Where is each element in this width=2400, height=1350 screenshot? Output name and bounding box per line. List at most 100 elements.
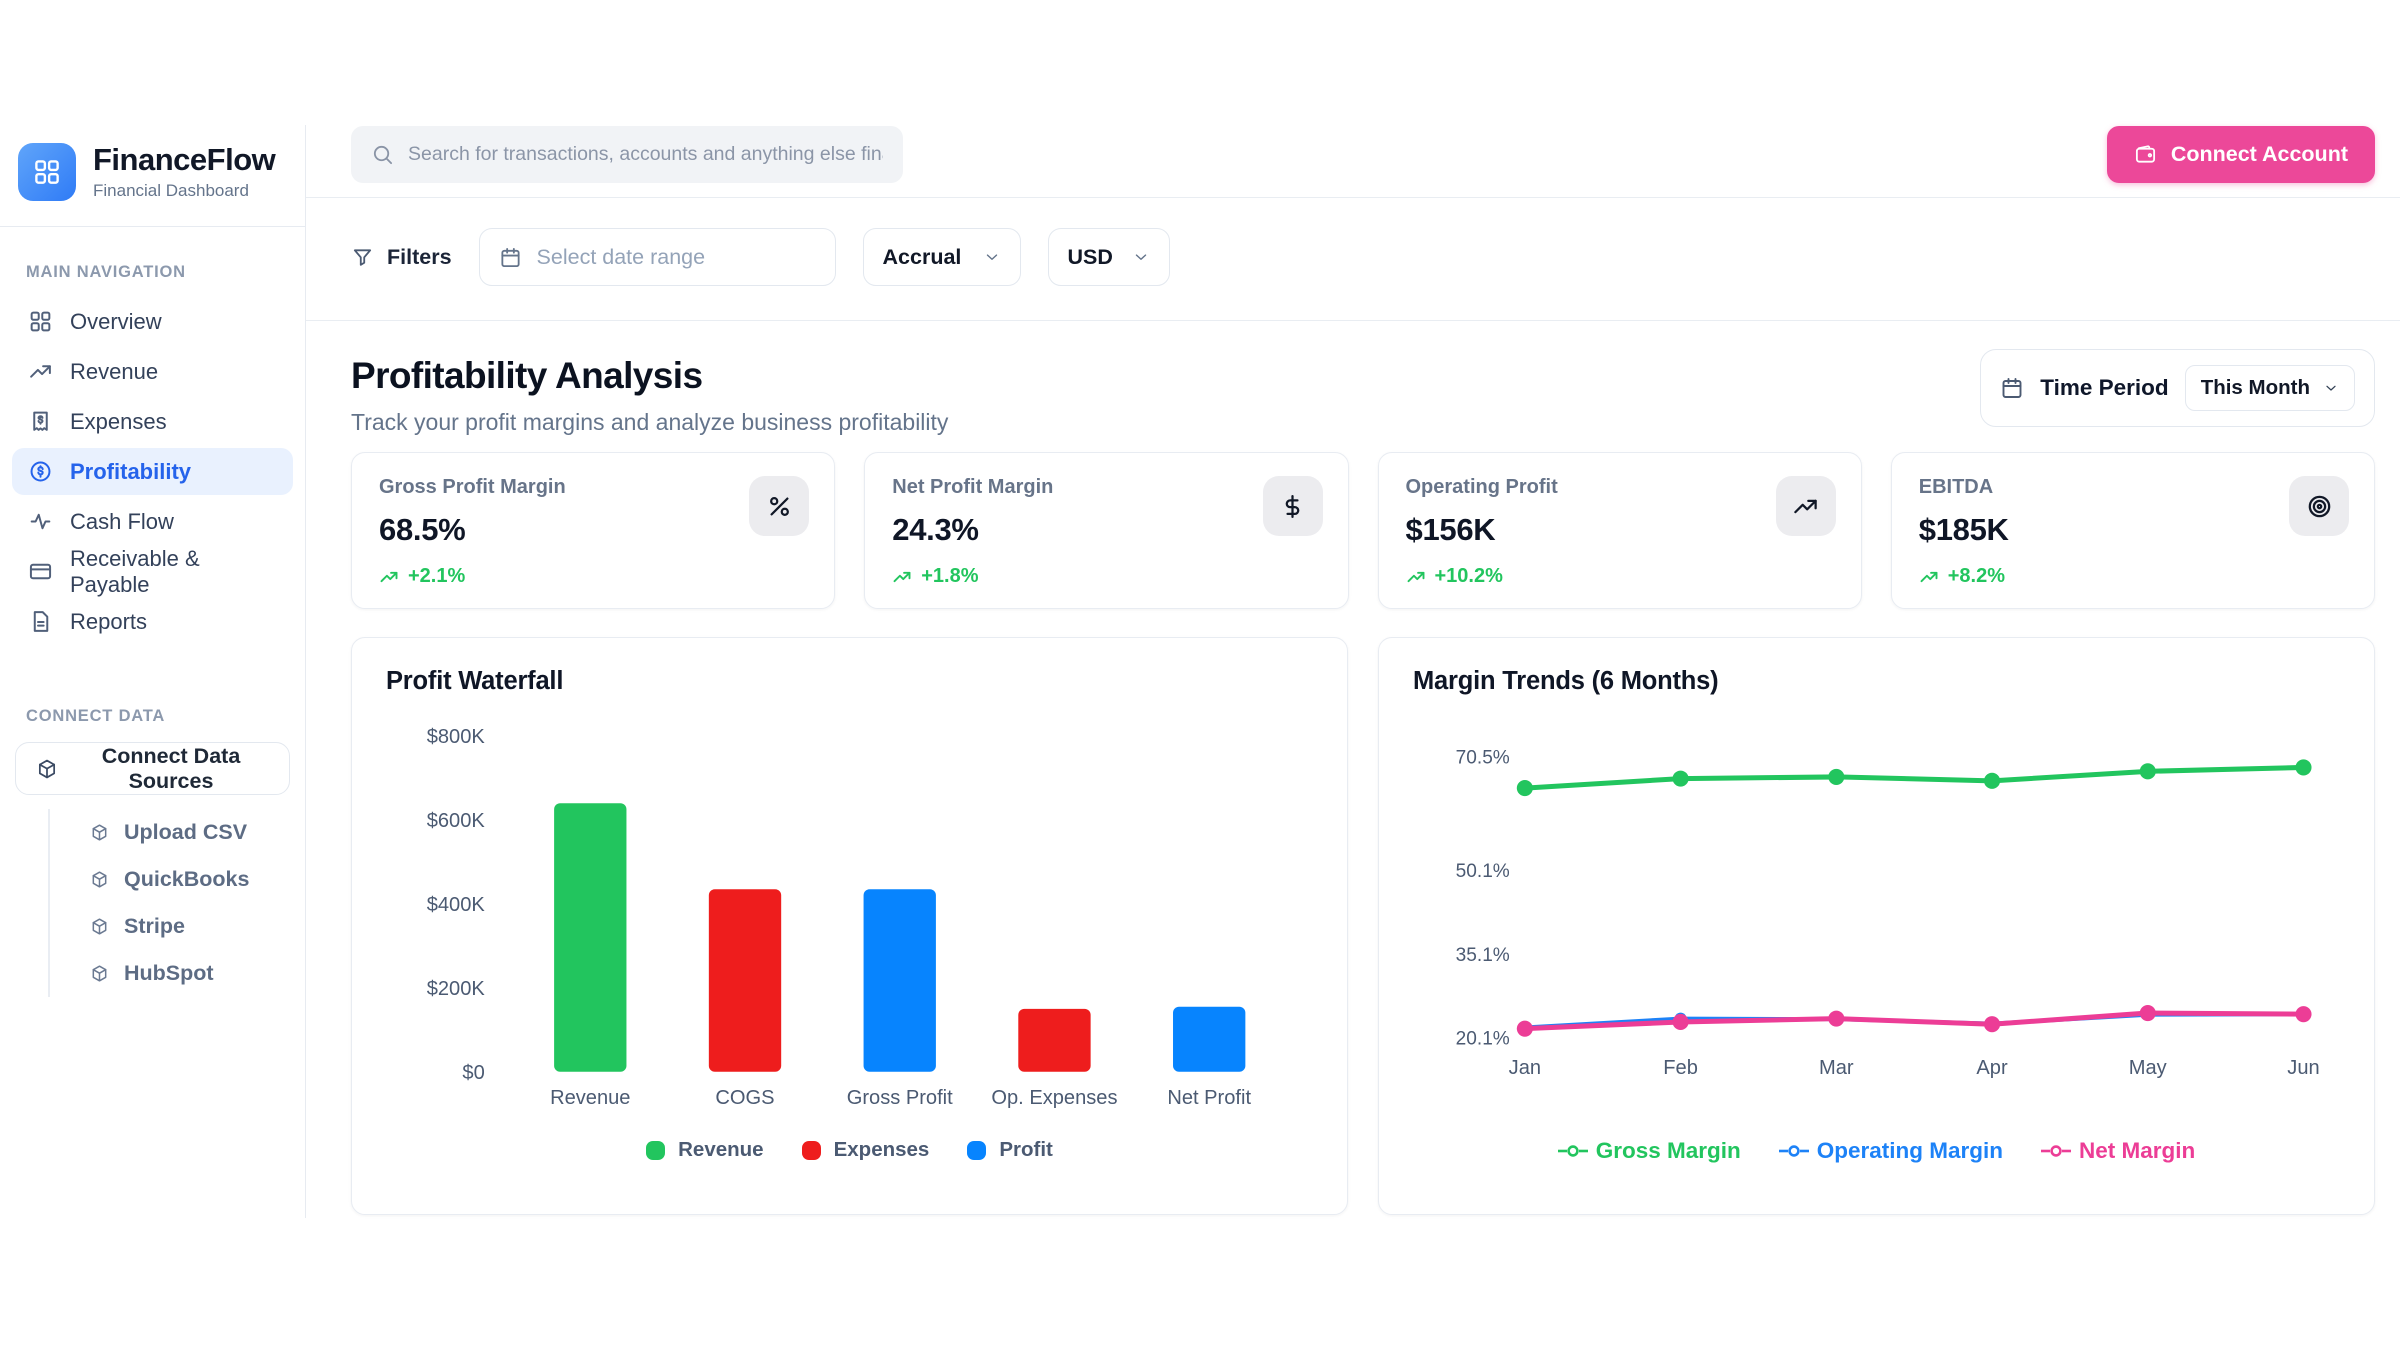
sidebar-item-label: Expenses bbox=[70, 409, 167, 435]
y-tick-label: 35.1% bbox=[1456, 945, 1510, 966]
x-tick-label: Jun bbox=[2287, 1057, 2319, 1079]
sidebar-item-label: Receivable & Payable bbox=[70, 546, 277, 598]
line-gross-margin bbox=[1525, 767, 2304, 788]
y-tick-label: 50.1% bbox=[1456, 861, 1510, 882]
data-source-hubspot[interactable]: HubSpot bbox=[50, 950, 295, 997]
cube-icon bbox=[90, 917, 109, 936]
currency-select[interactable]: USD bbox=[1048, 228, 1170, 286]
connect-account-label: Connect Account bbox=[2171, 142, 2348, 167]
kpi-icon-badge bbox=[1263, 476, 1323, 536]
x-tick-label: May bbox=[2129, 1057, 2167, 1079]
dollar-icon bbox=[1279, 493, 1306, 520]
app-tagline: Financial Dashboard bbox=[93, 181, 275, 201]
kpi-icon-badge bbox=[1776, 476, 1836, 536]
data-source-quickbooks[interactable]: QuickBooks bbox=[50, 856, 295, 903]
page-subtitle: Track your profit margins and analyze bu… bbox=[351, 409, 948, 436]
sidebar-item-label: Profitability bbox=[70, 459, 191, 485]
trending-up-icon bbox=[1792, 493, 1819, 520]
legend-item-expenses: Expenses bbox=[802, 1138, 930, 1162]
sidebar: FinanceFlow Financial Dashboard MAIN NAV… bbox=[0, 125, 306, 1218]
x-tick-label: Jan bbox=[1509, 1057, 1541, 1079]
search-input[interactable] bbox=[408, 143, 883, 166]
accounting-method-value: Accrual bbox=[883, 245, 962, 270]
time-period-widget: Time Period This Month bbox=[1980, 349, 2375, 427]
sidebar-item-profitability[interactable]: Profitability bbox=[12, 448, 293, 495]
date-range-field[interactable] bbox=[479, 228, 836, 286]
point-gross-margin bbox=[1828, 769, 1844, 785]
legend-dot bbox=[646, 1141, 665, 1160]
top-bar: Connect Account bbox=[306, 125, 2400, 198]
sidebar-item-receivable-payable[interactable]: Receivable & Payable bbox=[12, 548, 293, 595]
trending-up-icon bbox=[892, 567, 912, 587]
y-tick-label: $200K bbox=[427, 978, 486, 1000]
main-navigation: Overview Revenue Expenses Profitability Cash… bbox=[10, 298, 295, 645]
margin-trends-legend: Gross Margin Operating Margin Net Margin bbox=[1409, 1138, 2344, 1164]
sidebar-item-reports[interactable]: Reports bbox=[12, 598, 293, 645]
main-navigation-header: MAIN NAVIGATION bbox=[26, 263, 279, 282]
margin-trends-chart: 70.5%50.1%35.1%20.1%JanFebMarAprMayJun bbox=[1409, 698, 2344, 1124]
kpi-delta: +8.2% bbox=[1919, 565, 2347, 588]
kpi-label: EBITDA bbox=[1919, 476, 2347, 499]
filters-button[interactable]: Filters bbox=[351, 245, 452, 270]
brand: FinanceFlow Financial Dashboard bbox=[0, 125, 305, 227]
x-tick-label: Apr bbox=[1976, 1057, 2008, 1079]
data-source-upload-csv[interactable]: Upload CSV bbox=[50, 809, 295, 856]
bar-cogs bbox=[709, 889, 781, 1071]
connect-data-header: CONNECT DATA bbox=[26, 707, 279, 726]
sidebar-item-cash-flow[interactable]: Cash Flow bbox=[12, 498, 293, 545]
point-net-margin bbox=[1984, 1016, 2000, 1032]
cube-icon bbox=[90, 823, 109, 842]
x-tick-label: Mar bbox=[1819, 1057, 1854, 1079]
date-range-input[interactable] bbox=[537, 245, 816, 270]
calendar-icon bbox=[499, 246, 522, 269]
legend-dot bbox=[967, 1141, 986, 1160]
kpi-card-ebitda: EBITDA$185K+8.2% bbox=[1891, 452, 2375, 609]
connect-account-button[interactable]: Connect Account bbox=[2107, 126, 2375, 183]
sidebar-item-expenses[interactable]: Expenses bbox=[12, 398, 293, 445]
x-tick-label: COGS bbox=[715, 1087, 774, 1109]
data-source-label: HubSpot bbox=[124, 961, 214, 986]
kpi-label: Operating Profit bbox=[1406, 476, 1834, 499]
accounting-method-select[interactable]: Accrual bbox=[863, 228, 1021, 286]
global-search[interactable] bbox=[351, 126, 903, 183]
kpi-value: $156K bbox=[1406, 512, 1834, 548]
profit-waterfall-card: Profit Waterfall $800K$600K$400K$200K$0R… bbox=[351, 637, 1348, 1215]
search-icon bbox=[371, 143, 394, 166]
legend-item-profit: Profit bbox=[967, 1138, 1053, 1162]
grid-icon bbox=[32, 157, 62, 187]
legend-item-revenue: Revenue bbox=[646, 1138, 763, 1162]
kpi-label: Net Profit Margin bbox=[892, 476, 1320, 499]
y-tick-label: $0 bbox=[462, 1062, 484, 1084]
funnel-icon bbox=[351, 246, 374, 269]
sidebar-item-label: Overview bbox=[70, 309, 162, 335]
point-gross-margin bbox=[2140, 763, 2156, 779]
chevron-down-icon bbox=[1132, 248, 1150, 266]
legend-marker bbox=[1779, 1144, 1809, 1158]
data-source-stripe[interactable]: Stripe bbox=[50, 903, 295, 950]
connect-data-sources-label: Connect Data Sources bbox=[73, 744, 269, 794]
currency-value: USD bbox=[1068, 245, 1113, 270]
margin-trends-card: Margin Trends (6 Months) 70.5%50.1%35.1%… bbox=[1378, 637, 2375, 1215]
kpi-delta: +10.2% bbox=[1406, 565, 1834, 588]
chevron-down-icon bbox=[983, 248, 1001, 266]
app-name: FinanceFlow bbox=[93, 142, 275, 178]
point-gross-margin bbox=[1984, 773, 2000, 789]
x-tick-label: Revenue bbox=[550, 1087, 630, 1109]
target-icon bbox=[2306, 493, 2333, 520]
kpi-label: Gross Profit Margin bbox=[379, 476, 807, 499]
main-area: Connect Account Filters Accrual USD bbox=[306, 125, 2400, 1218]
activity-icon bbox=[28, 509, 53, 534]
legend-item-gross-margin: Gross Margin bbox=[1558, 1138, 1741, 1164]
sidebar-item-revenue[interactable]: Revenue bbox=[12, 348, 293, 395]
y-tick-label: $400K bbox=[427, 894, 486, 916]
kpi-icon-badge bbox=[749, 476, 809, 536]
legend-dot bbox=[802, 1141, 821, 1160]
legend-item-net-margin: Net Margin bbox=[2041, 1138, 2195, 1164]
time-period-select[interactable]: This Month bbox=[2185, 365, 2355, 411]
connect-data-sources-button[interactable]: Connect Data Sources bbox=[15, 742, 290, 795]
grid-icon bbox=[28, 309, 53, 334]
kpi-grid: Gross Profit Margin68.5%+2.1%Net Profit … bbox=[351, 452, 2375, 609]
legend-item-operating-margin: Operating Margin bbox=[1779, 1138, 2003, 1164]
kpi-delta: +1.8% bbox=[892, 565, 1320, 588]
sidebar-item-overview[interactable]: Overview bbox=[12, 298, 293, 345]
